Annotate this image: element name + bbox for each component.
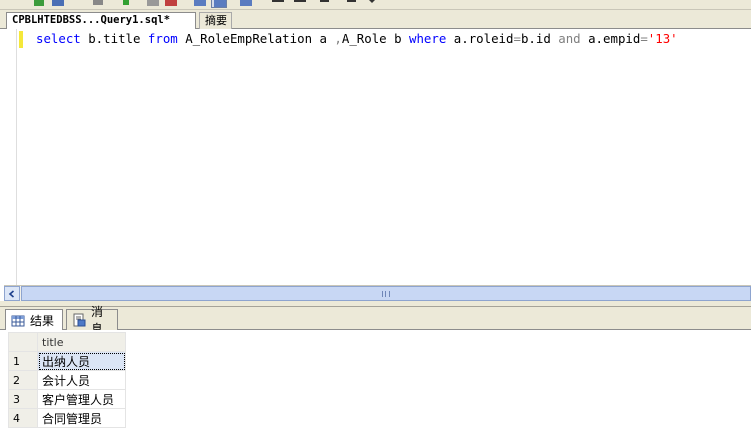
table-row[interactable]: 2 会计人员 <box>8 370 126 390</box>
execute-icon[interactable] <box>32 0 48 8</box>
sql-token: and <box>558 31 581 46</box>
sql-token: = <box>513 31 521 46</box>
tab-query-sql[interactable]: CPBLHTEDBSS...Query1.sql* <box>6 12 196 29</box>
results-grid[interactable]: title 1 出纳人员 2 会计人员 3 客户管理人员 4 合同管理员 <box>8 332 126 428</box>
increase-indent-icon[interactable] <box>342 0 358 8</box>
scroll-thumb[interactable] <box>21 286 751 301</box>
table-row[interactable]: 1 出纳人员 <box>8 351 126 371</box>
uncomment-icon[interactable] <box>292 0 308 8</box>
display-plan-icon[interactable] <box>50 0 66 8</box>
row-number[interactable]: 1 <box>8 351 38 371</box>
query-editor[interactable]: select b.title from A_RoleEmpRelation a … <box>0 29 751 285</box>
toolbar-overflow-icon[interactable] <box>364 0 380 8</box>
sql-token: a.roleid <box>446 31 514 46</box>
comment-icon[interactable] <box>270 0 286 8</box>
sql-token: from <box>147 31 178 46</box>
sql-token: b.id <box>520 31 559 46</box>
grid-cell[interactable]: 客户管理人员 <box>37 389 126 409</box>
row-number[interactable]: 3 <box>8 389 38 409</box>
tab-results-label: 结果 <box>30 314 55 328</box>
query-text-line[interactable]: select b.title from A_RoleEmpRelation a … <box>36 31 678 47</box>
toolbar <box>0 0 751 10</box>
results-to-file-icon[interactable] <box>163 0 179 8</box>
parse-icon[interactable] <box>90 0 106 8</box>
tab-results[interactable]: 结果 <box>5 309 63 331</box>
sql-token: = <box>640 31 648 46</box>
row-number[interactable]: 4 <box>8 408 38 428</box>
message-icon <box>73 313 86 327</box>
grid-cell[interactable]: 出纳人员 <box>37 351 126 371</box>
results-to-grid-icon[interactable] <box>192 0 208 8</box>
sql-token: '13' <box>647 31 678 46</box>
tab-summary[interactable]: 摘要 <box>199 12 232 29</box>
grid-icon <box>11 315 25 326</box>
sql-token: select <box>36 31 81 46</box>
chevron-left-icon <box>8 289 15 298</box>
table-row[interactable]: 4 合同管理员 <box>8 408 126 428</box>
scroll-left-button[interactable] <box>4 286 20 301</box>
column-header-title[interactable]: title <box>37 332 126 352</box>
row-number[interactable]: 2 <box>8 370 38 390</box>
sql-token: , <box>334 31 342 46</box>
results-pane: title 1 出纳人员 2 会计人员 3 客户管理人员 4 合同管理员 <box>0 330 751 441</box>
decrease-indent-icon[interactable] <box>318 0 334 8</box>
client-stats-icon[interactable] <box>238 0 254 8</box>
results-tab-strip: 结果 消息 <box>0 305 751 336</box>
grid-header-row: title <box>8 332 126 352</box>
modified-line-marker <box>19 31 23 48</box>
document-tab-strip: CPBLHTEDBSS...Query1.sql* 摘要 <box>0 10 751 29</box>
editor-gutter <box>0 29 17 285</box>
sql-token: A_RoleEmpRelation a <box>177 31 335 46</box>
grid-cell[interactable]: 合同管理员 <box>37 408 126 428</box>
sql-token: where <box>409 31 447 46</box>
green-flag-icon[interactable] <box>118 0 134 8</box>
grid-cell[interactable]: 会计人员 <box>37 370 126 390</box>
grip-icon <box>382 291 390 297</box>
show-plan-icon[interactable] <box>211 0 227 8</box>
sql-token: a.empid <box>580 31 641 46</box>
tab-messages[interactable]: 消息 <box>66 305 118 336</box>
sql-token: A_Role b <box>341 31 410 46</box>
editor-horizontal-scrollbar[interactable] <box>4 285 751 301</box>
sql-token: b.title <box>80 31 148 46</box>
table-row[interactable]: 3 客户管理人员 <box>8 389 126 409</box>
grid-corner[interactable] <box>8 332 38 352</box>
results-to-text-icon[interactable] <box>145 0 161 8</box>
